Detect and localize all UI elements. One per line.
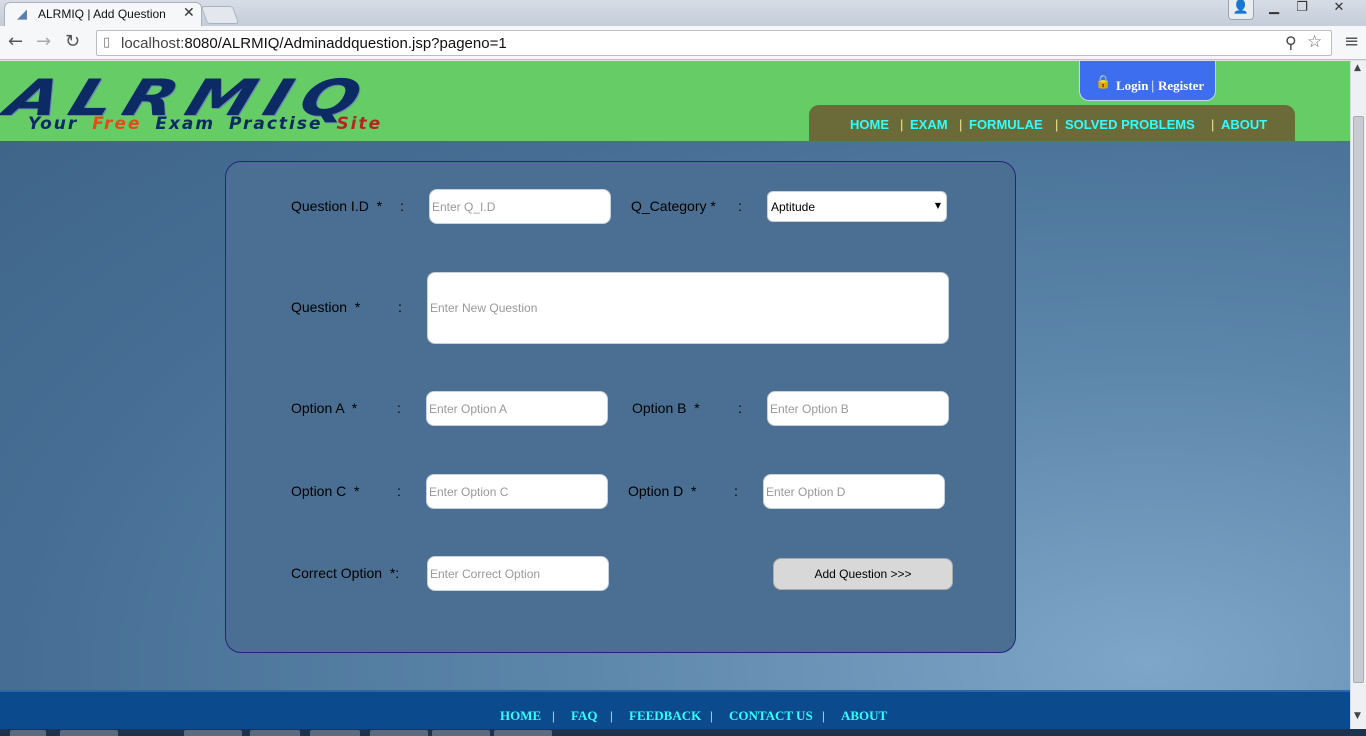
option-d-input[interactable]: Enter Option D: [763, 474, 945, 509]
maximize-icon[interactable]: ❐: [1290, 0, 1314, 20]
footer-about-link[interactable]: ABOUT: [841, 708, 887, 724]
colon: :: [738, 400, 742, 416]
correct-option-label: Correct Option *:: [291, 565, 400, 581]
user-icon[interactable]: 👤: [1228, 0, 1254, 20]
browser-tabstrip: ◢ ALRMIQ | Add Question ✕ 👤 ▁ ❐ ✕: [0, 0, 1366, 26]
option-b-label: Option B *: [632, 400, 700, 416]
colon: :: [398, 299, 402, 315]
scroll-down-icon[interactable]: ▼: [1354, 711, 1361, 721]
category-value: Aptitude: [771, 200, 816, 214]
question-id-input[interactable]: Enter Q_I.D: [429, 189, 611, 224]
forward-icon[interactable]: →: [36, 31, 51, 52]
option-c-input[interactable]: Enter Option C: [426, 474, 608, 509]
tab-title: ALRMIQ | Add Question: [38, 7, 166, 21]
close-icon[interactable]: ✕: [1326, 0, 1352, 20]
scroll-up-icon[interactable]: ▲: [1354, 63, 1361, 73]
taskbar-app-icon[interactable]: [432, 730, 490, 736]
taskbar-start-icon[interactable]: [10, 730, 46, 736]
correct-option-input[interactable]: Enter Correct Option: [427, 556, 609, 591]
colon: :: [738, 198, 742, 214]
page-icon: ▯: [103, 35, 111, 50]
nav-separator: |: [1055, 117, 1059, 132]
taskbar-app-icon[interactable]: [370, 730, 428, 736]
site-footer: HOME | FAQ | FEEDBACK | CONTACT US | ABO…: [0, 690, 1350, 729]
question-textarea[interactable]: Enter New Question: [427, 272, 949, 344]
footer-faq-link[interactable]: FAQ: [571, 708, 597, 724]
browser-toolbar: ← → ↻ ▯ localhost:8080/ALRMIQ/Adminaddqu…: [0, 26, 1366, 60]
site-logo[interactable]: ALRMIQ Your Free Exam Practise Site: [0, 69, 526, 135]
star-icon[interactable]: ☆: [1307, 32, 1322, 52]
nav-separator: |: [1211, 117, 1215, 132]
tagline-word: Practise: [229, 114, 323, 134]
colon: :: [734, 483, 738, 499]
add-question-form: Question I.D * : Enter Q_I.D Q_Category …: [225, 161, 1016, 653]
browser-tab[interactable]: ◢ ALRMIQ | Add Question ✕: [4, 2, 202, 26]
address-bar[interactable]: ▯ localhost:8080/ALRMIQ/Adminaddquestion…: [96, 30, 1332, 56]
taskbar-app-icon[interactable]: [60, 730, 118, 736]
chevron-down-icon: ▼: [934, 201, 941, 210]
colon: :: [397, 400, 401, 416]
minimize-icon[interactable]: ▁: [1262, 0, 1286, 20]
tagline-word: Site: [336, 114, 383, 134]
reload-icon[interactable]: ↻: [65, 31, 80, 52]
option-a-input[interactable]: Enter Option A: [426, 391, 608, 426]
tagline-word: Exam: [155, 114, 216, 134]
taskbar-app-icon[interactable]: [494, 730, 552, 736]
footer-separator: |: [552, 708, 555, 723]
back-icon[interactable]: ←: [8, 31, 23, 52]
scrollbar-thumb[interactable]: [1353, 116, 1364, 683]
colon: :: [397, 483, 401, 499]
site-header: ALRMIQ Your Free Exam Practise Site 🔒 Lo…: [0, 61, 1350, 141]
os-taskbar: [0, 729, 1366, 736]
nav-separator: |: [900, 117, 904, 132]
question-id-label: Question I.D *: [291, 198, 383, 214]
url-host: localhost:: [121, 35, 185, 52]
tab-close-icon[interactable]: ✕: [183, 5, 195, 21]
nav-formulae[interactable]: FORMULAE: [969, 117, 1043, 132]
favicon-icon: ◢: [17, 7, 27, 22]
url-path: 8080/ALRMIQ/Adminaddquestion.jsp?pageno=…: [184, 35, 507, 52]
url-text[interactable]: localhost:8080/ALRMIQ/Adminaddquestion.j…: [121, 35, 507, 52]
option-c-label: Option C *: [291, 483, 360, 499]
page-scrollbar[interactable]: ▲ ▼: [1350, 61, 1366, 729]
logo-tagline: Your Free Exam Practise Site: [28, 114, 382, 134]
footer-home-link[interactable]: HOME: [500, 708, 541, 724]
taskbar-app-icon[interactable]: [310, 730, 360, 736]
nav-home[interactable]: HOME: [850, 117, 889, 132]
login-separator: |: [1151, 78, 1155, 93]
category-label: Q_Category *: [631, 198, 716, 214]
option-d-label: Option D *: [628, 483, 697, 499]
nav-exam[interactable]: EXAM: [910, 117, 948, 132]
login-link[interactable]: Login: [1116, 78, 1149, 94]
tagline-word: Your: [28, 114, 79, 134]
colon: :: [400, 198, 404, 214]
login-box: 🔒 Login | Register: [1079, 61, 1216, 101]
question-label: Question *: [291, 299, 361, 315]
footer-separator: |: [710, 708, 713, 723]
page-viewport: ALRMIQ Your Free Exam Practise Site 🔒 Lo…: [0, 61, 1350, 729]
category-select[interactable]: Aptitude ▼: [767, 191, 947, 222]
taskbar-app-icon[interactable]: [250, 730, 300, 736]
footer-contact-link[interactable]: CONTACT US: [729, 708, 813, 724]
main-nav: HOME | EXAM | FORMULAE | SOLVED PROBLEMS…: [809, 105, 1295, 141]
nav-about[interactable]: ABOUT: [1221, 117, 1267, 132]
nav-solved-problems[interactable]: SOLVED PROBLEMS: [1065, 117, 1195, 132]
nav-separator: |: [959, 117, 963, 132]
zoom-icon[interactable]: ⚲: [1285, 33, 1297, 52]
option-b-input[interactable]: Enter Option B: [767, 391, 949, 426]
register-link[interactable]: Register: [1158, 78, 1204, 94]
option-a-label: Option A *: [291, 400, 358, 416]
footer-separator: |: [610, 708, 613, 723]
tagline-word: Free: [92, 114, 142, 134]
menu-icon[interactable]: ≡: [1344, 31, 1359, 52]
footer-feedback-link[interactable]: FEEDBACK: [629, 708, 701, 724]
new-tab-button[interactable]: [200, 6, 240, 24]
footer-separator: |: [822, 708, 825, 723]
taskbar-app-icon[interactable]: [184, 730, 242, 736]
lock-icon: 🔒: [1095, 75, 1112, 90]
add-question-button[interactable]: Add Question >>>: [773, 558, 953, 590]
